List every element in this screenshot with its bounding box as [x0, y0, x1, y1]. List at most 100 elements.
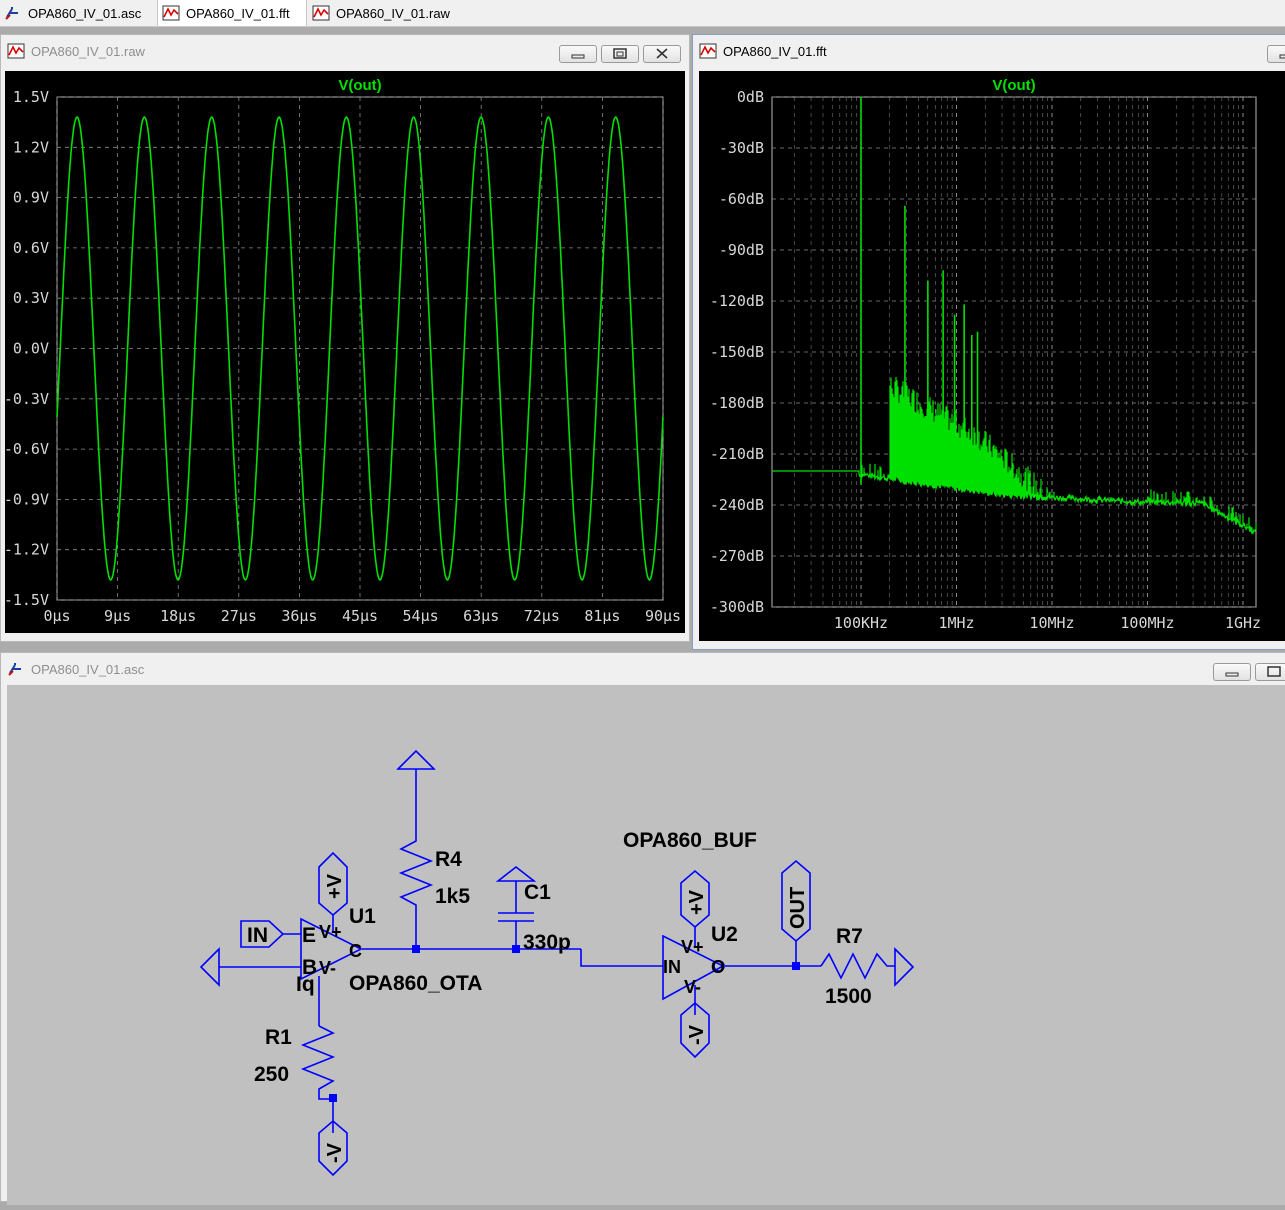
out-port-text: OUT [787, 887, 809, 929]
schematic-icon [8, 663, 21, 676]
waveform-icon [312, 5, 330, 21]
tab-fft[interactable]: OPA860_IV_01.fft [157, 0, 307, 26]
y-tick-label: -60dB [719, 190, 764, 208]
minimize-button[interactable] [1267, 45, 1285, 63]
pin-o-label: O [711, 957, 725, 977]
y-tick-label: 0dB [737, 88, 764, 106]
waveform-icon [7, 43, 25, 59]
x-tick-label: 100MHz [1120, 614, 1174, 632]
x-tick-label: 54µs [403, 607, 439, 625]
pin-vplus-u2-label: V+ [681, 937, 704, 957]
y-tick-label: -1.5V [5, 591, 49, 609]
vminus-u2-text: -V [686, 1024, 708, 1045]
chart-title: V(out) [338, 77, 381, 94]
vplus-u1-text: +V [324, 873, 346, 899]
y-tick-label: -120dB [710, 292, 764, 310]
waveform-icon [699, 43, 717, 59]
r4-label: R4 [435, 848, 462, 871]
x-tick-label: 10MHz [1029, 614, 1074, 632]
x-tick-label: 63µs [463, 607, 499, 625]
c1-label: C1 [524, 881, 551, 904]
y-tick-label: 0.6V [13, 239, 49, 257]
u2-model: OPA860_BUF [623, 829, 757, 852]
y-tick-label: 1.5V [13, 88, 49, 106]
x-tick-label: 18µs [160, 607, 196, 625]
resistor-r7 [820, 952, 895, 980]
pin-in-u2-label: IN [663, 957, 681, 977]
restore-button[interactable] [1255, 663, 1285, 681]
restore-button[interactable] [601, 45, 639, 63]
y-tick-label: -30dB [719, 139, 764, 157]
x-tick-label: 36µs [281, 607, 317, 625]
y-tick-label: -210dB [710, 445, 764, 463]
series-vout-spectrum [772, 377, 1257, 535]
y-tick-label: -1.2V [5, 541, 49, 559]
vplus-u2-text: +V [686, 889, 708, 915]
y-tick-label: -300dB [710, 598, 764, 616]
schematic-drawing: R4 1k5 C1 330p U1 OPA860_OTA OPA860_BUF … [199, 749, 915, 1177]
ground-arrow-right [894, 947, 915, 987]
minimize-button[interactable] [1213, 663, 1251, 681]
pin-e-label: E [302, 924, 316, 947]
r4-value: 1k5 [435, 885, 470, 908]
pin-iq-label: Iq [296, 973, 315, 996]
tab-raw[interactable]: OPA860_IV_01.raw [308, 0, 464, 26]
u2-label: U2 [711, 923, 738, 946]
y-tick-label: 0.9V [13, 189, 49, 207]
in-port-label: IN [247, 924, 268, 947]
u1-model: OPA860_OTA [349, 972, 482, 995]
pin-vminus-u1-label: V- [319, 958, 336, 978]
x-tick-label: 0µs [43, 607, 70, 625]
r7-label: R7 [836, 925, 863, 948]
waveform-icon [162, 5, 180, 21]
window-title: OPA860_IV_01.raw [31, 43, 145, 59]
chart-title: V(out) [992, 77, 1035, 94]
close-button[interactable] [643, 45, 681, 63]
raw-plot-window: OPA860_IV_01.raw 0µs 9µs 18µs 27µs 36µs 45µs 5… [0, 34, 690, 642]
fft-chart: 0dB -30dB -60dB -90dB -120dB -150dB -180dB -210… [710, 77, 1261, 632]
schematic-window: OPA860_IV_01.asc R4 1k5 C1 330p U1 OPA86… [0, 652, 1285, 1205]
y-tick-label: -150dB [710, 343, 764, 361]
fft-plot-area[interactable]: 0dB -30dB -60dB -90dB -120dB -150dB -180dB -210… [699, 71, 1285, 641]
x-tick-label: 72µs [524, 607, 560, 625]
x-tick-label: 1GHz [1225, 614, 1261, 632]
r1-value: 250 [254, 1063, 289, 1086]
document-tab-bar: OPA860_IV_01.asc OPA860_IV_01.fft OPA860… [0, 0, 1285, 27]
transient-plot-area[interactable]: 0µs 9µs 18µs 27µs 36µs 45µs 54µs 63µs 72µs 81µs 90… [4, 71, 685, 633]
resistor-r4 [398, 833, 434, 949]
minimize-button[interactable] [559, 45, 597, 63]
window-titlebar[interactable]: OPA860_IV_01.asc [1, 653, 1285, 685]
vminus-u1-text: -V [324, 1142, 346, 1163]
supply-arrow-top [396, 749, 436, 770]
pin-vminus-u2-label: V- [684, 977, 701, 997]
window-title: OPA860_IV_01.fft [723, 43, 827, 59]
capacitor-c1-ground [495, 865, 537, 882]
tab-asc[interactable]: OPA860_IV_01.asc [0, 0, 156, 26]
y-tick-label: -90dB [719, 241, 764, 259]
r1-label: R1 [265, 1026, 292, 1049]
transient-chart: 0µs 9µs 18µs 27µs 36µs 45µs 54µs 63µs 72µs 81µs 90… [4, 77, 681, 625]
x-tick-label: 9µs [104, 607, 131, 625]
x-tick-label: 45µs [342, 607, 378, 625]
schematic-icon [5, 7, 18, 20]
y-tick-label: 0.0V [13, 340, 49, 358]
u1-label: U1 [349, 905, 376, 928]
pin-vplus-u1-label: V+ [319, 922, 342, 942]
ground-arrow-left [199, 947, 220, 987]
window-title: OPA860_IV_01.asc [31, 661, 145, 677]
x-tick-label: 27µs [221, 607, 257, 625]
y-tick-label: -270dB [710, 547, 764, 565]
y-tick-label: -0.9V [5, 490, 49, 508]
y-tick-label: 0.3V [13, 289, 49, 307]
c1-value: 330p [523, 931, 571, 954]
x-tick-label: 1MHz [938, 614, 974, 632]
r7-value: 1500 [825, 985, 872, 1008]
x-tick-label: 100KHz [834, 614, 888, 632]
window-titlebar[interactable]: OPA860_IV_01.fft [693, 35, 1285, 67]
tab-label: OPA860_IV_01.fft [186, 5, 290, 21]
y-tick-label: -0.3V [5, 390, 49, 408]
y-tick-label: -240dB [710, 496, 764, 514]
tab-label: OPA860_IV_01.asc [28, 5, 142, 21]
schematic-canvas[interactable]: R4 1k5 C1 330p U1 OPA860_OTA OPA860_BUF … [7, 685, 1285, 1205]
pin-c-label: C [349, 941, 362, 961]
